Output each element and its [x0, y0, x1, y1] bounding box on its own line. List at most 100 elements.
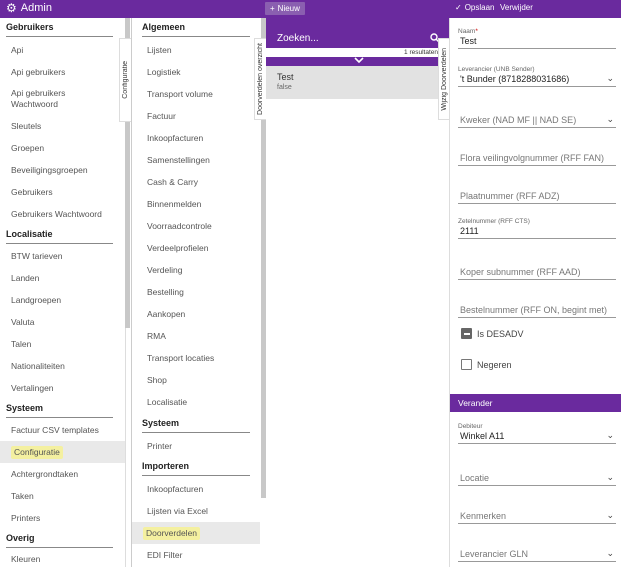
nav-item-aankopen[interactable]: Aankopen	[132, 303, 260, 325]
tab-label: Configuratie	[122, 61, 129, 99]
nav-item-verdeling[interactable]: Verdeling	[132, 259, 260, 281]
nav-section-importeren: Importeren	[142, 461, 190, 471]
nav-item-api-gebruikers[interactable]: Api gebruikers	[0, 61, 125, 83]
locatie-field[interactable]: Locatie ⌄	[458, 472, 616, 486]
divider	[142, 432, 250, 433]
nav-item-transport-locaties[interactable]: Transport locaties	[132, 347, 260, 369]
leverancier-select[interactable]: 't Bunder (8718288031686) ⌄	[458, 73, 616, 87]
gear-icon: ⚙	[6, 1, 17, 15]
nav-item-landen[interactable]: Landen	[0, 267, 125, 289]
bestelnummer-input[interactable]: Bestelnummer (RFF ON, begint met)	[458, 304, 616, 318]
naam-field[interactable]: Naam* Test	[458, 28, 616, 49]
plaatnummer-input[interactable]: Plaatnummer (RFF ADZ)	[458, 190, 616, 204]
plus-icon: +	[270, 4, 275, 13]
nav-item-sleutels[interactable]: Sleutels	[0, 115, 125, 137]
search-input[interactable]: Zoeken...	[277, 33, 319, 44]
kweker-select[interactable]: Kweker (NAD MF || NAD SE) ⌄	[458, 114, 616, 128]
debiteur-field[interactable]: Debiteur Winkel A11 ⌄	[458, 423, 616, 444]
zetelnummer-input[interactable]: 2111	[458, 225, 616, 239]
list-item[interactable]: Test false	[266, 66, 450, 99]
zetelnummer-field[interactable]: Zetelnummer (RFF CTS) 2111	[458, 218, 616, 239]
nav-item-kleuren[interactable]: Kleuren	[0, 548, 125, 567]
app-brand[interactable]: ⚙ Admin	[6, 2, 52, 14]
nav-item-configuratie[interactable]: Configuratie	[0, 441, 125, 463]
top-bar: ⚙ Admin + Nieuw ✓ Opslaan Verwijder	[0, 0, 621, 18]
nav-section-gebruikers: Gebruikers	[6, 22, 54, 32]
nav-item-inkoopfacturen[interactable]: Inkoopfacturen	[132, 127, 260, 149]
nav-item-label: Doorverdelen	[143, 526, 201, 540]
nav-item-btw-tarieven[interactable]: BTW tarieven	[0, 245, 125, 267]
nav-item-cash-carry[interactable]: Cash & Carry	[132, 171, 260, 193]
verander-section-header: Verander	[450, 394, 621, 412]
nav-item-inkoopfacturen-import[interactable]: Inkoopfacturen	[132, 478, 260, 500]
nav-item-gebruikers[interactable]: Gebruikers	[0, 181, 125, 203]
nav-item-bestelling[interactable]: Bestelling	[132, 281, 260, 303]
new-button[interactable]: + Nieuw	[265, 2, 305, 15]
nav-item-printer[interactable]: Printer	[132, 435, 260, 457]
delete-button[interactable]: Verwijder	[500, 3, 533, 12]
nav-item-lijsten-via-excel[interactable]: Lijsten via Excel	[132, 500, 260, 522]
nav-item-valuta[interactable]: Valuta	[0, 311, 125, 333]
nav-item-logistiek[interactable]: Logistiek	[132, 61, 260, 83]
checkbox-box[interactable]	[461, 328, 472, 339]
debiteur-select[interactable]: Winkel A11 ⌄	[458, 430, 616, 444]
locatie-select[interactable]: Locatie ⌄	[458, 472, 616, 486]
negeren-checkbox[interactable]: Negeren	[461, 359, 512, 370]
nav-item-binnenmelden[interactable]: Binnenmelden	[132, 193, 260, 215]
nav-item-taken[interactable]: Taken	[0, 485, 125, 507]
nav-item-beveiligingsgroepen[interactable]: Beveiligingsgroepen	[0, 159, 125, 181]
nav-item-landgroepen[interactable]: Landgroepen	[0, 289, 125, 311]
leverancier-gln-select[interactable]: Leverancier GLN ⌄	[458, 548, 616, 562]
flora-field[interactable]: Flora veilingvolgnummer (RFF FAN)	[458, 152, 616, 166]
app-title: Admin	[20, 2, 52, 14]
nav-item-nationaliteiten[interactable]: Nationaliteiten	[0, 355, 125, 377]
nav-item-samenstellingen[interactable]: Samenstellingen	[132, 149, 260, 171]
nav-item-printers[interactable]: Printers	[0, 507, 125, 529]
tab-label: Wijzig Doorverdelen	[440, 47, 448, 111]
nav-section-overig: Overig	[6, 533, 35, 543]
leverancier-gln-field[interactable]: Leverancier GLN ⌄	[458, 548, 616, 562]
new-button-label: Nieuw	[277, 4, 300, 13]
nav-item-doorverdelen[interactable]: Doorverdelen	[132, 522, 260, 544]
flora-input[interactable]: Flora veilingvolgnummer (RFF FAN)	[458, 152, 616, 166]
field-label: Zetelnummer (RFF CTS)	[458, 218, 530, 225]
leverancier-field[interactable]: Leverancier (UNB Sender) 't Bunder (8718…	[458, 66, 616, 87]
nav-item-api-gebruikers-wachtwoord[interactable]: Api gebruikers Wachtwoord	[0, 83, 125, 115]
naam-input[interactable]: Test	[458, 35, 616, 49]
koper-input[interactable]: Koper subnummer (RFF AAD)	[458, 266, 616, 280]
nav-item-transport-volume[interactable]: Transport volume	[132, 83, 260, 105]
field-label: Naam*	[458, 28, 478, 35]
is-desadv-checkbox[interactable]: Is DESADV	[461, 328, 524, 339]
placeholder: Kenmerken	[460, 511, 507, 521]
nav-item-factuur-csv-templates[interactable]: Factuur CSV templates	[0, 419, 125, 441]
result-list-panel: Zoeken... 1 resultaten Test false	[266, 18, 450, 567]
nav-item-api[interactable]: Api	[0, 39, 125, 61]
nav-item-vertalingen[interactable]: Vertalingen	[0, 377, 125, 399]
nav-item-talen[interactable]: Talen	[0, 333, 125, 355]
checkbox-box[interactable]	[461, 359, 472, 370]
nav-item-lijsten[interactable]: Lijsten	[132, 39, 260, 61]
plaatnummer-field[interactable]: Plaatnummer (RFF ADZ)	[458, 190, 616, 204]
nav-item-achtergrondtaken[interactable]: Achtergrondtaken	[0, 463, 125, 485]
nav-item-rma[interactable]: RMA	[132, 325, 260, 347]
bestelnummer-field[interactable]: Bestelnummer (RFF ON, begint met)	[458, 304, 616, 318]
nav-item-verdeelprofielen[interactable]: Verdeelprofielen	[132, 237, 260, 259]
nav-item-factuur[interactable]: Factuur	[132, 105, 260, 127]
select-value: Winkel A11	[460, 431, 505, 441]
nav-item-gebruikers-wachtwoord[interactable]: Gebruikers Wachtwoord	[0, 203, 125, 225]
nav-item-groepen[interactable]: Groepen	[0, 137, 125, 159]
save-button-label: Opslaan	[464, 3, 495, 12]
chevron-down-icon[interactable]	[354, 56, 364, 66]
nav-item-edi-filter[interactable]: EDI Filter	[132, 544, 260, 566]
kweker-field[interactable]: Kweker (NAD MF || NAD SE) ⌄	[458, 114, 616, 128]
kenmerken-select[interactable]: Kenmerken ⌄	[458, 510, 616, 524]
nav-item-shop[interactable]: Shop	[132, 369, 260, 391]
save-button[interactable]: ✓ Opslaan	[455, 3, 495, 12]
nav-item-localisatie[interactable]: Localisatie	[132, 391, 260, 413]
kenmerken-field[interactable]: Kenmerken ⌄	[458, 510, 616, 524]
koper-field[interactable]: Koper subnummer (RFF AAD)	[458, 266, 616, 280]
nav-item-voorraadcontrole[interactable]: Voorraadcontrole	[132, 215, 260, 237]
divider	[6, 36, 113, 37]
chevron-down-icon: ⌄	[606, 548, 614, 558]
nav-section-systeem: Systeem	[142, 418, 180, 428]
